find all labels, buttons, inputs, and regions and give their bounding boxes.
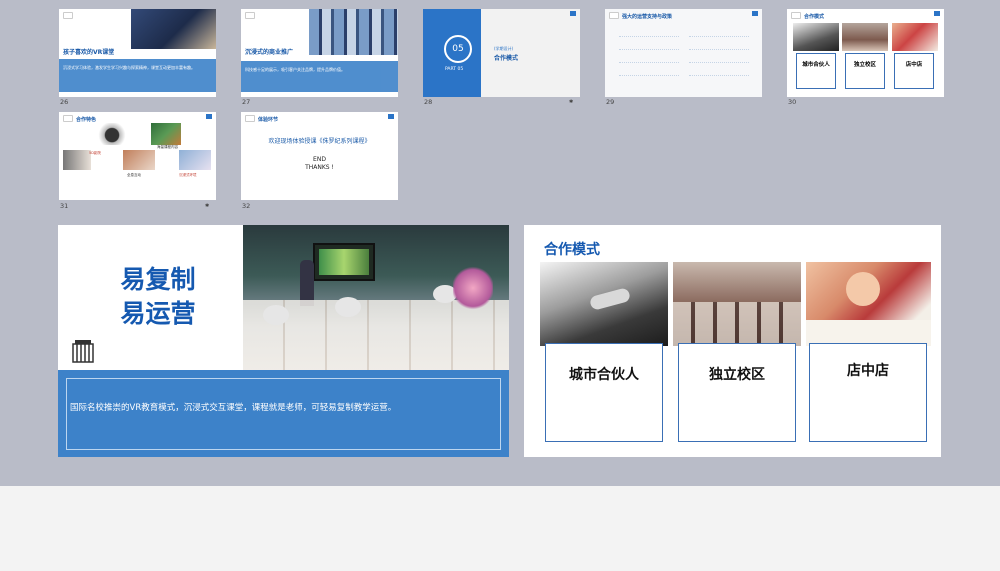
caption-panel: 国际名校推崇的VR教育模式，沉浸式交互课堂，课程就是老师，可轻易复制教学运营。 (58, 370, 509, 457)
thumb-title: 孩子喜欢的VR课堂 (63, 49, 115, 56)
corner-marker (570, 11, 576, 16)
corner-marker (388, 114, 394, 119)
thumb-thanks: THANKS ! (305, 164, 334, 171)
child-writing-photo (806, 262, 931, 346)
slide-thumbnail-30[interactable]: 合作模式 城市合伙人 独立校区 店中店 (787, 9, 944, 97)
feature-label: 5D影院 (89, 151, 101, 155)
thumb-card: 店中店 (894, 53, 934, 89)
thumb-caption-bar: 沉浸式学习体验，激发学生学习兴趣与探索精神，课堂互动更加丰富有趣。 (59, 59, 216, 92)
transition-icon: ✱ (205, 203, 210, 209)
slide-number: 26 (60, 98, 69, 106)
thumb-photo (131, 9, 216, 49)
slide-sorter-canvas: 孩子喜欢的VR课堂 沉浸式学习体验，激发学生学习兴趣与探索精神，课堂互动更加丰富… (0, 0, 1000, 486)
slide-caption: 国际名校推崇的VR教育模式，沉浸式交互课堂，课程就是老师，可轻易复制教学运营。 (70, 403, 397, 413)
thumb-caption: 沉浸式学习体验，激发学生学习兴趣与探索精神，课堂互动更加丰富有趣。 (63, 65, 195, 70)
card-independent-campus[interactable]: 独立校区 (678, 343, 796, 442)
slide-thumbnail-28[interactable]: 05 PART 05 (学期设计) 合作模式 (423, 9, 580, 97)
slide-number: 31 (60, 202, 69, 210)
slide-number: 28 (424, 98, 433, 106)
thumb-photo (151, 123, 181, 145)
card-label: 城市合伙人 (569, 367, 639, 383)
classroom-photo (243, 225, 509, 370)
thumb-card: 城市合伙人 (796, 53, 836, 89)
thumb-heading: 欢迎现场体验授课《侏罗纪系列课程》 (268, 138, 371, 145)
slide-tag (63, 115, 73, 122)
slide-thumbnail-31[interactable]: 合作特色 5D影院 海量课程内容 全息互动 沉浸式环境 (59, 112, 216, 200)
thumb-card: 独立校区 (845, 53, 885, 89)
slide-thumbnail-32[interactable]: 体验环节 欢迎现场体验授课《侏罗纪系列课程》 END THANKS ! (241, 112, 398, 200)
thumb-photo (793, 23, 839, 51)
slide-tag (791, 12, 801, 19)
thumb-title: 强大的运营支持与政策 (622, 14, 673, 20)
slide-number: 30 (788, 98, 797, 106)
feature-label: 全息互动 (127, 173, 141, 177)
section-subtitle: (学期设计) (494, 46, 514, 51)
thumb-title: 合作模式 (804, 14, 825, 20)
bottom-area (0, 486, 1000, 571)
thumb-photo (892, 23, 938, 51)
thumb-title: 沉浸式的商业推广 (245, 49, 294, 56)
slide-title: 易复制 易运营 (98, 263, 218, 331)
caption-frame (66, 378, 501, 450)
building-icon (72, 339, 94, 363)
slide-preview-easy-replicate[interactable]: 易复制 易运营 国际名校推崇的VR教育模式，沉浸式交互课堂，课程就是老师，可轻易… (58, 225, 509, 457)
features-left (619, 24, 679, 89)
thumb-caption: 科技感十足的展示，吸引客户关注品牌，提升品牌价值。 (245, 67, 345, 72)
features-right (689, 24, 749, 89)
card-shop-in-shop[interactable]: 店中店 (809, 343, 927, 442)
slide-thumbnail-27[interactable]: 沉浸式的商业推广 科技感十足的展示，吸引客户关注品牌，提升品牌价值。 (241, 9, 398, 97)
thumb-photo (123, 150, 155, 170)
title-line-2: 易运营 (120, 299, 196, 328)
section-number: 05 (444, 35, 472, 63)
card-label: 店中店 (847, 363, 889, 379)
feature-label: 海量课程内容 (157, 145, 178, 149)
slide-tag (63, 12, 73, 19)
slide-preview-cooperation[interactable]: 合作模式 城市合伙人 独立校区 店中店 (524, 225, 941, 457)
thumb-photo (179, 150, 211, 170)
thumb-photo (97, 123, 127, 145)
slide-tag (609, 12, 619, 19)
slide-tag (245, 12, 255, 19)
thumb-caption-bar: 科技感十足的展示，吸引客户关注品牌，提升品牌价值。 (241, 61, 398, 92)
thumb-end: END (313, 156, 326, 163)
thumb-photo (309, 9, 398, 55)
card-label: 独立校区 (709, 367, 765, 383)
slide-tag (245, 115, 255, 122)
handshake-photo (540, 262, 668, 346)
transition-icon: ✱ (569, 99, 574, 105)
feature-label: 沉浸式环境 (179, 173, 197, 177)
slide-number: 32 (242, 202, 251, 210)
slide-thumbnail-26[interactable]: 孩子喜欢的VR课堂 沉浸式学习体验，激发学生学习兴趣与探索精神，课堂互动更加丰富… (59, 9, 216, 97)
thumb-title: 合作特色 (76, 117, 97, 123)
corner-marker (934, 11, 940, 16)
corner-marker (206, 114, 212, 119)
section-title: 合作模式 (494, 55, 519, 62)
slide-thumbnail-29[interactable]: 强大的运营支持与政策 (605, 9, 762, 97)
thumb-photo (842, 23, 888, 51)
thumb-title: 体验环节 (258, 117, 279, 123)
classroom-desks-photo (673, 262, 801, 346)
title-line-1: 易复制 (120, 265, 196, 294)
thumb-photo (63, 150, 91, 170)
slide-number: 29 (606, 98, 615, 106)
slide-title: 合作模式 (544, 242, 600, 258)
tv-screen (313, 243, 375, 281)
corner-marker (752, 11, 758, 16)
section-part: PART 05 (445, 67, 464, 72)
card-city-partner[interactable]: 城市合伙人 (545, 343, 663, 442)
slide-number: 27 (242, 98, 251, 106)
